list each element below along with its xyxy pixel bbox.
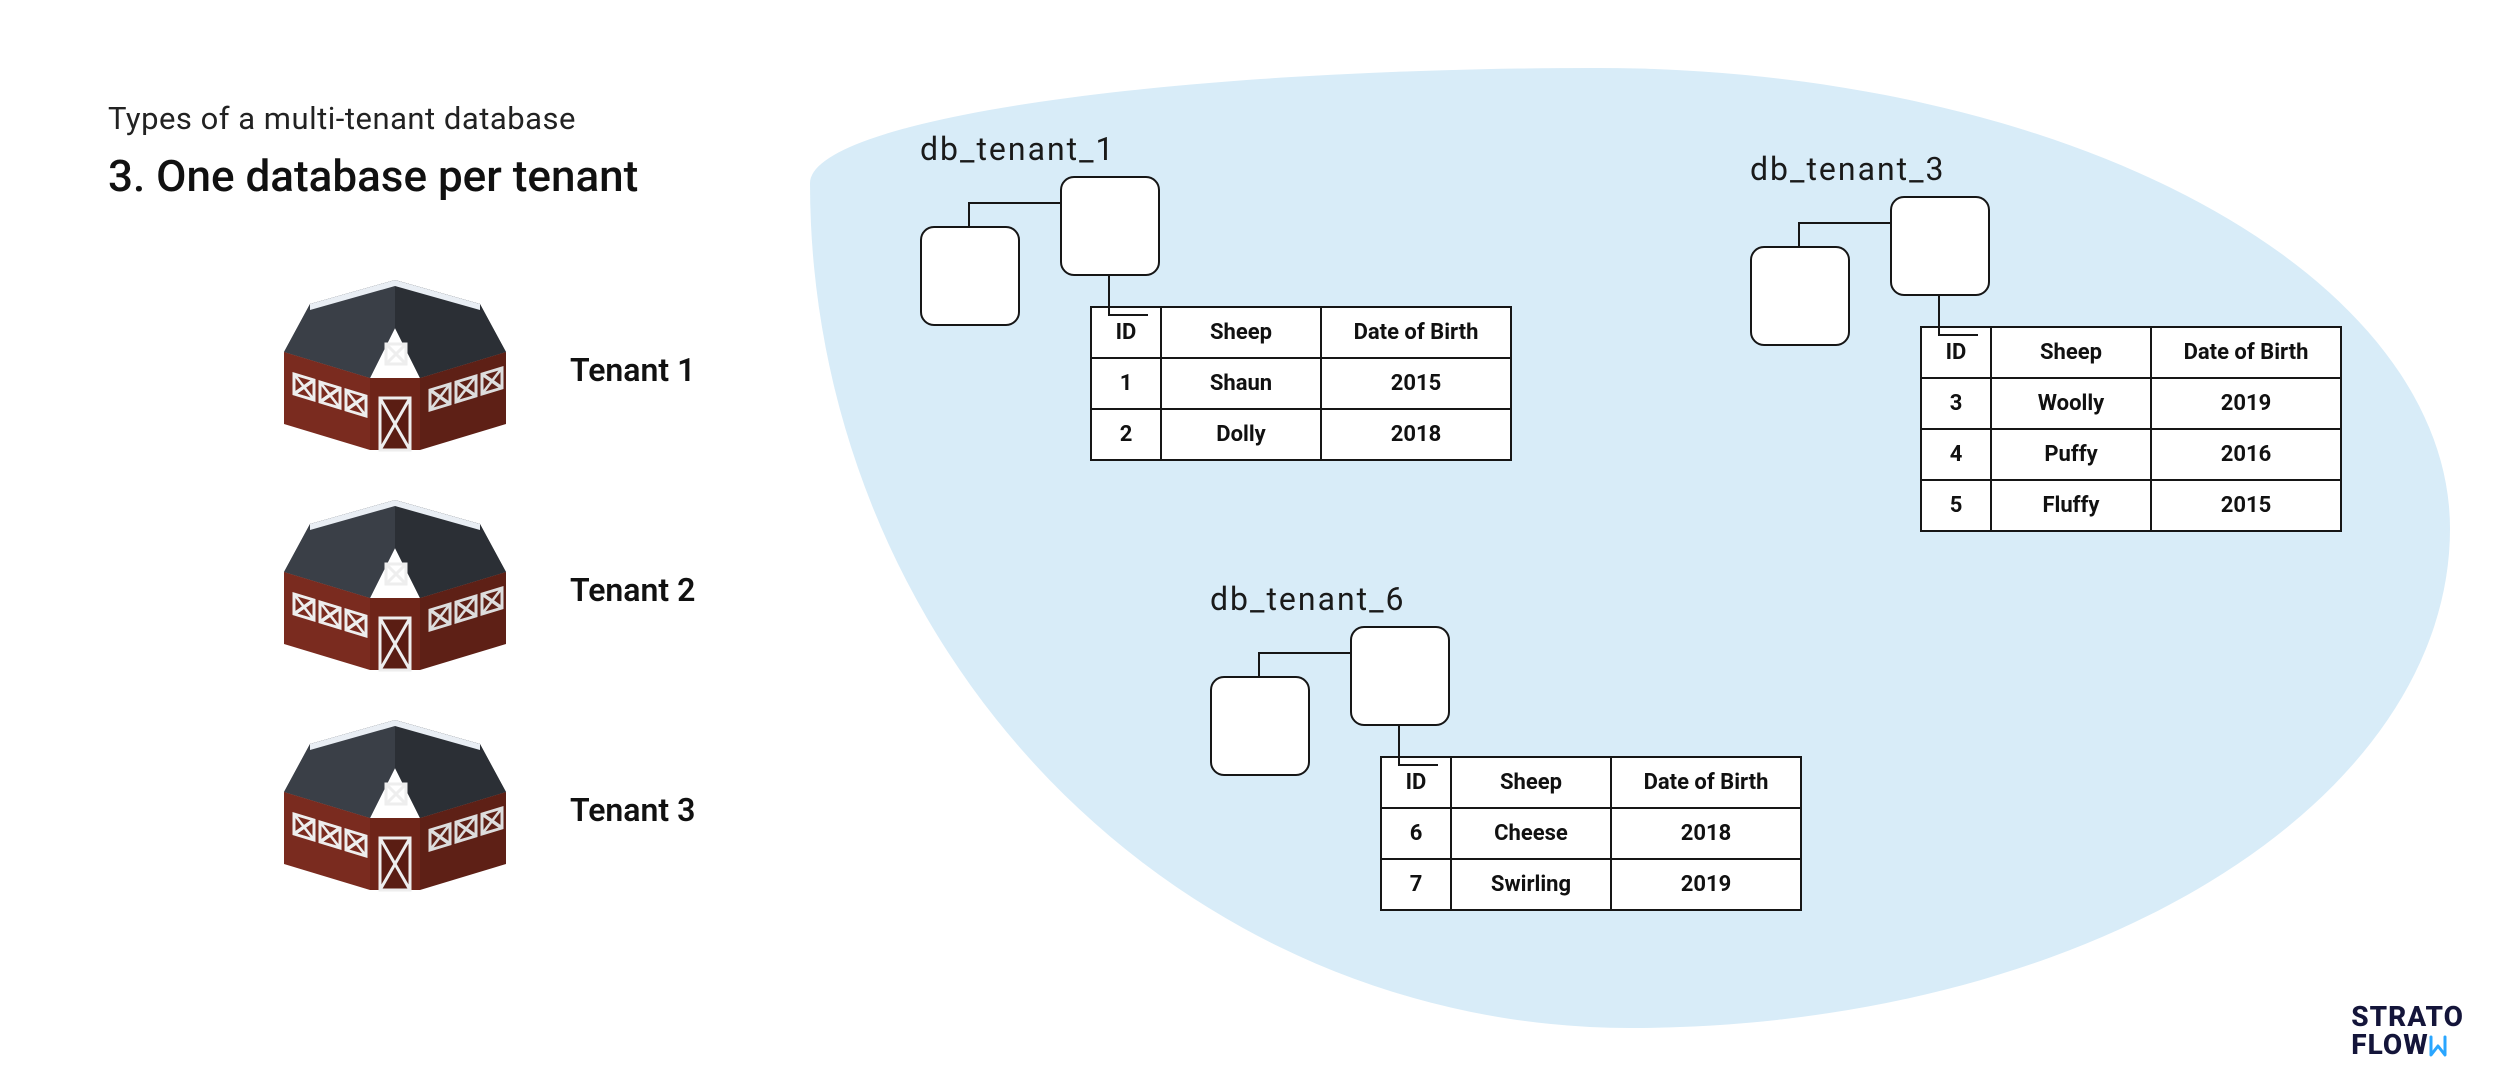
cell-id: 6 — [1381, 808, 1451, 859]
brand-line1: STRATO — [2351, 1003, 2464, 1032]
database-cluster-3: db_tenant_3 ID Sheep Date of Birth 3 Woo… — [1750, 150, 2342, 532]
cell-sheep: Dolly — [1161, 409, 1321, 460]
database-shape-icon — [920, 176, 1512, 306]
brand-accent-icon — [2429, 1035, 2447, 1057]
cell-id: 1 — [1091, 358, 1161, 409]
diagram-overtitle: Types of a multi-tenant database — [108, 100, 576, 137]
sheep-table: ID Sheep Date of Birth 3 Woolly 2019 4 P… — [1920, 326, 2342, 532]
cell-dob: 2016 — [2151, 429, 2341, 480]
sheep-table: ID Sheep Date of Birth 1 Shaun 2015 2 Do… — [1090, 306, 1512, 461]
table-header-row: ID Sheep Date of Birth — [1381, 757, 1801, 808]
database-name: db_tenant_1 — [920, 130, 1512, 168]
database-shape-icon — [1210, 626, 1802, 756]
barn-icon — [280, 720, 510, 900]
table-header-row: ID Sheep Date of Birth — [1921, 327, 2341, 378]
diagram-title: 3. One database per tenant — [108, 150, 638, 202]
database-shape-icon — [1750, 196, 2342, 326]
database-cluster-6: db_tenant_6 ID Sheep Date of Birth 6 Che… — [1210, 580, 1802, 911]
col-sheep: Sheep — [1451, 757, 1611, 808]
table-header-row: ID Sheep Date of Birth — [1091, 307, 1511, 358]
database-name: db_tenant_6 — [1210, 580, 1802, 618]
col-dob: Date of Birth — [1321, 307, 1511, 358]
col-sheep: Sheep — [1991, 327, 2151, 378]
cell-id: 7 — [1381, 859, 1451, 910]
table-row: 4 Puffy 2016 — [1921, 429, 2341, 480]
tenant-row-3: Tenant 3 — [280, 720, 695, 900]
tenant-row-1: Tenant 1 — [280, 280, 695, 460]
tenant-row-2: Tenant 2 — [280, 500, 695, 680]
table-row: 2 Dolly 2018 — [1091, 409, 1511, 460]
table-row: 7 Swirling 2019 — [1381, 859, 1801, 910]
cell-sheep: Woolly — [1991, 378, 2151, 429]
col-sheep: Sheep — [1161, 307, 1321, 358]
cell-dob: 2018 — [1611, 808, 1801, 859]
tenant-label: Tenant 2 — [570, 571, 695, 609]
cell-id: 5 — [1921, 480, 1991, 531]
brand-line2: FLOW — [2351, 1028, 2428, 1061]
barn-icon — [280, 280, 510, 460]
col-dob: Date of Birth — [1611, 757, 1801, 808]
cell-id: 3 — [1921, 378, 1991, 429]
stratoflow-logo: STRATO FLOW — [2351, 1003, 2464, 1060]
cell-dob: 2015 — [2151, 480, 2341, 531]
cell-dob: 2019 — [2151, 378, 2341, 429]
sheep-table: ID Sheep Date of Birth 6 Cheese 2018 7 S… — [1380, 756, 1802, 911]
database-cluster-1: db_tenant_1 ID Sheep Date of Birth 1 Sha… — [920, 130, 1512, 461]
tenant-label: Tenant 1 — [570, 351, 695, 389]
cell-id: 2 — [1091, 409, 1161, 460]
cell-id: 4 — [1921, 429, 1991, 480]
cell-sheep: Puffy — [1991, 429, 2151, 480]
tenant-label: Tenant 3 — [570, 791, 695, 829]
table-row: 3 Woolly 2019 — [1921, 378, 2341, 429]
cell-sheep: Swirling — [1451, 859, 1611, 910]
barn-icon — [280, 500, 510, 680]
cell-sheep: Fluffy — [1991, 480, 2151, 531]
col-dob: Date of Birth — [2151, 327, 2341, 378]
database-name: db_tenant_3 — [1750, 150, 2342, 188]
cell-dob: 2015 — [1321, 358, 1511, 409]
cell-dob: 2018 — [1321, 409, 1511, 460]
cell-dob: 2019 — [1611, 859, 1801, 910]
cell-sheep: Cheese — [1451, 808, 1611, 859]
table-row: 6 Cheese 2018 — [1381, 808, 1801, 859]
table-row: 5 Fluffy 2015 — [1921, 480, 2341, 531]
table-row: 1 Shaun 2015 — [1091, 358, 1511, 409]
cell-sheep: Shaun — [1161, 358, 1321, 409]
